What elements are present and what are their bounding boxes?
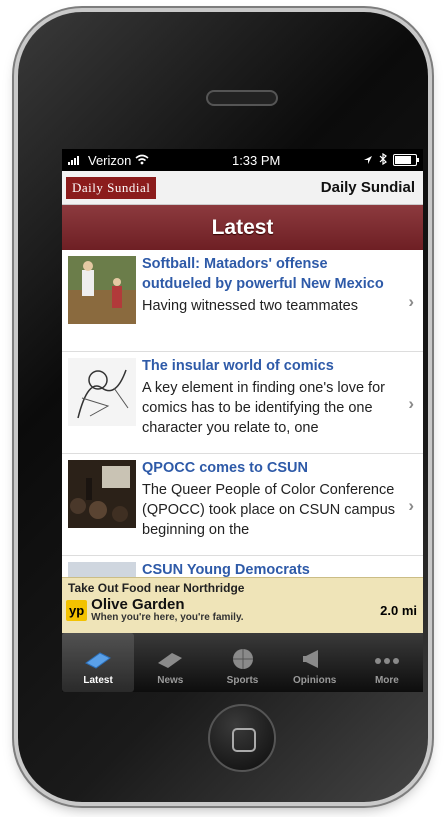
newspaper-icon: [85, 652, 112, 669]
tab-opinions[interactable]: Opinions: [279, 633, 351, 692]
phone-frame: Verizon 1:33 PM Daily Sundial Daily Sund…: [18, 12, 428, 802]
article-row[interactable]: The insular world of comics A key elemen…: [62, 352, 423, 454]
ad-category: Take Out Food near Northridge: [68, 581, 245, 595]
tab-label: Latest: [83, 675, 113, 686]
ad-distance: 2.0 mi: [380, 602, 417, 618]
newspaper-icon: [158, 653, 183, 668]
ad-business-name: Olive Garden: [91, 596, 185, 613]
article-summary: Having witnessed two teammates: [142, 298, 358, 314]
tab-more[interactable]: More: [351, 633, 423, 692]
location-arrow-icon: [363, 153, 373, 168]
app-screen: Verizon 1:33 PM Daily Sundial Daily Sund…: [62, 149, 423, 692]
daily-sundial-logo: Daily Sundial: [66, 176, 157, 199]
chevron-right-icon: ›: [408, 292, 414, 311]
carrier-name: Verizon: [88, 152, 132, 168]
article-summary: The Queer People of Color Conference (QP…: [142, 482, 396, 538]
wifi-icon: [135, 153, 149, 168]
article-headline: QPOCC comes to CSUN: [142, 460, 308, 476]
yp-logo-icon: yp: [66, 599, 88, 621]
article-summary: A key element in finding one's love for …: [142, 380, 385, 436]
section-title: Latest: [211, 215, 274, 239]
brand-title: Daily Sundial: [320, 179, 415, 196]
battery-icon: [392, 154, 419, 166]
status-bar: Verizon 1:33 PM: [62, 149, 423, 171]
article-headline: The insular world of comics: [142, 358, 334, 374]
more-dots-icon: [374, 658, 399, 664]
tab-label: News: [157, 675, 184, 686]
ad-banner[interactable]: Take Out Food near Northridge yp Olive G…: [62, 577, 423, 633]
tab-label: Opinions: [293, 675, 337, 686]
tab-label: Sports: [226, 675, 259, 686]
tab-bar: Latest News Sports Opinions More: [62, 633, 423, 692]
softball-thumbnail: [68, 256, 136, 324]
earpiece-speaker: [206, 90, 278, 106]
tab-label: More: [374, 675, 399, 686]
ad-tagline: When you're here, you're family.: [91, 612, 244, 623]
signal-icon: [68, 153, 84, 168]
article-row[interactable]: Softball: Matadors' offense outdueled by…: [62, 250, 423, 352]
tab-news[interactable]: News: [134, 633, 206, 692]
brand-bar: Daily Sundial Daily Sundial: [62, 171, 423, 205]
qpocc-thumbnail: [68, 460, 136, 528]
megaphone-icon: [302, 650, 318, 668]
tab-sports[interactable]: Sports: [206, 633, 278, 692]
chevron-right-icon: ›: [408, 496, 414, 515]
basketball-icon: [232, 649, 253, 669]
comics-thumbnail: [68, 358, 136, 426]
home-button[interactable]: [208, 704, 276, 772]
section-header: Latest: [62, 205, 423, 250]
article-headline: Softball: Matadors' offense outdueled by…: [142, 256, 384, 292]
chevron-right-icon: ›: [408, 394, 414, 413]
status-time: 1:33 PM: [231, 152, 281, 168]
tab-latest[interactable]: Latest: [62, 633, 135, 692]
bluetooth-icon: [379, 152, 387, 168]
article-row[interactable]: QPOCC comes to CSUN The Queer People of …: [62, 454, 423, 556]
